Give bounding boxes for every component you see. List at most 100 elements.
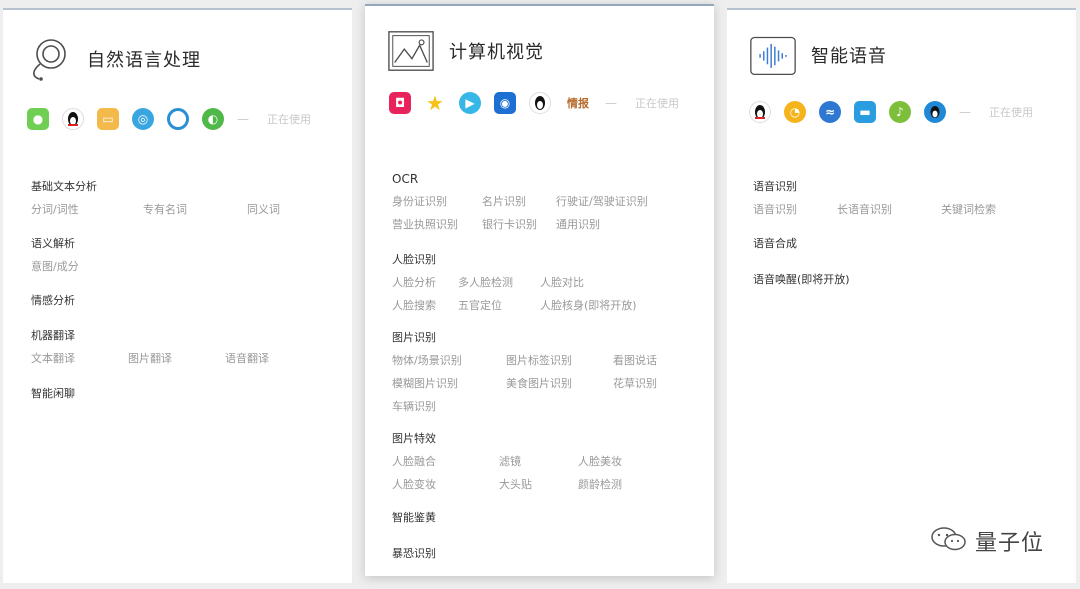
cv-card[interactable]: 计算机视觉 ◘ ★ ▶ ◉ 情报 — 正在使用 OCR 身份证识别 名片识别 行… xyxy=(365,4,714,576)
cv-section-title: 人脸识别 xyxy=(392,253,436,266)
wechat-watermark-icon xyxy=(929,525,969,557)
nlp-section-title: 机器翻译 xyxy=(31,329,75,342)
cv-item[interactable]: 图片标签识别 xyxy=(506,352,613,368)
wechat-icon[interactable]: ● xyxy=(27,108,49,130)
watermark: 量子位 xyxy=(929,525,1044,557)
cv-header: 计算机视觉 xyxy=(387,28,544,74)
cv-status: 正在使用 xyxy=(635,97,679,110)
cv-item[interactable]: 人脸变妆 xyxy=(392,476,499,492)
cv-item-row: 人脸融合 滤镜 人脸美妆 xyxy=(392,453,622,469)
nlp-status: 正在使用 xyxy=(267,113,311,126)
nlp-item[interactable]: 语音翻译 xyxy=(225,350,269,366)
nlp-section-title[interactable]: 智能闲聊 xyxy=(31,385,75,401)
nlp-section-chat: 智能闲聊 xyxy=(31,385,75,408)
nlp-logo-icon xyxy=(25,36,73,82)
nlp-item[interactable]: 图片翻译 xyxy=(128,350,225,366)
penguin-app-icon[interactable] xyxy=(529,92,551,114)
news-app-icon[interactable]: 情报 xyxy=(564,92,592,114)
nlp-header: 自然语言处理 xyxy=(25,36,201,82)
speech-section-synthesis: 语音合成 xyxy=(753,235,797,258)
bird-app-icon[interactable]: ◔ xyxy=(784,101,806,123)
cv-item[interactable]: 通用识别 xyxy=(556,216,600,232)
cv-section-face: 人脸识别 人脸分析 多人脸检测 人脸对比 人脸搜索 五官定位 人脸核身(即将开放… xyxy=(392,251,637,320)
camera-app-icon[interactable]: ◘ xyxy=(389,92,411,114)
cv-item[interactable]: 物体/场景识别 xyxy=(392,352,506,368)
cv-item[interactable]: 车辆识别 xyxy=(392,398,436,414)
cv-item[interactable]: 五官定位 xyxy=(458,297,540,313)
speech-header: 智能语音 xyxy=(749,32,887,78)
nlp-item[interactable]: 意图/成分 xyxy=(31,258,79,274)
qq-blue-app-icon[interactable] xyxy=(924,101,946,123)
cv-item-row: 身份证识别 名片识别 行驶证/驾驶证识别 xyxy=(392,193,648,209)
sphere-app-icon[interactable]: ◐ xyxy=(202,108,224,130)
cv-item[interactable]: 美食图片识别 xyxy=(506,375,613,391)
cv-item[interactable]: 人脸融合 xyxy=(392,453,499,469)
nlp-section-sentiment: 情感分析 xyxy=(31,292,75,315)
weibo-app-icon[interactable]: ◉ xyxy=(494,92,516,114)
cv-item[interactable]: 多人脸检测 xyxy=(458,274,540,290)
cv-item-row: 模糊图片识别 美食图片识别 花草识别 xyxy=(392,375,657,391)
watermark-text: 量子位 xyxy=(974,531,1044,556)
cv-item[interactable]: 滤镜 xyxy=(499,453,578,469)
cv-section-image-effects: 图片特效 人脸融合 滤镜 人脸美妆 人脸变妆 大头贴 颜龄检测 xyxy=(392,430,622,499)
speech-app-dash: — xyxy=(959,105,971,119)
circle-app-icon[interactable] xyxy=(167,108,189,130)
cv-item[interactable]: 人脸分析 xyxy=(392,274,458,290)
cv-item[interactable]: 营业执照识别 xyxy=(392,216,482,232)
nlp-item[interactable]: 专有名词 xyxy=(143,201,247,217)
nlp-item[interactable]: 同义词 xyxy=(247,201,280,217)
cv-app-dash: — xyxy=(605,96,617,110)
nlp-section-title[interactable]: 情感分析 xyxy=(31,292,75,308)
speech-app-list: ◔ ≈ ▬ ♪ — 正在使用 xyxy=(749,101,1033,123)
cv-section-title[interactable]: 智能鉴黄 xyxy=(392,509,436,525)
cv-item-row: 车辆识别 xyxy=(392,398,657,414)
browser-icon[interactable]: ◎ xyxy=(132,108,154,130)
cv-item[interactable]: 人脸美妆 xyxy=(578,453,622,469)
cv-item[interactable]: 人脸核身(即将开放) xyxy=(540,297,637,313)
nlp-item[interactable]: 文本翻译 xyxy=(31,350,128,366)
cv-section-image-recognition: 图片识别 物体/场景识别 图片标签识别 看图说话 模糊图片识别 美食图片识别 花… xyxy=(392,329,657,421)
cv-item[interactable]: 银行卡识别 xyxy=(482,216,556,232)
leaf-app-icon[interactable]: ♪ xyxy=(889,101,911,123)
cv-item[interactable]: 模糊图片识别 xyxy=(392,375,506,391)
star-app-icon[interactable]: ★ xyxy=(424,91,446,115)
speech-item[interactable]: 长语音识别 xyxy=(837,201,941,217)
speech-item[interactable]: 语音识别 xyxy=(753,201,837,217)
cv-item[interactable]: 名片识别 xyxy=(482,193,556,209)
speech-section-title[interactable]: 语音合成 xyxy=(753,235,797,251)
speech-section-title: 语音识别 xyxy=(753,180,797,193)
nlp-item-row: 意图/成分 xyxy=(31,258,79,274)
mail-icon[interactable]: ▭ xyxy=(97,108,119,130)
cv-item[interactable]: 人脸对比 xyxy=(540,274,584,290)
speech-section-title[interactable]: 语音唤醒(即将开放) xyxy=(753,271,850,287)
cv-item[interactable]: 身份证识别 xyxy=(392,193,482,209)
nlp-item[interactable]: 分词/词性 xyxy=(31,201,143,217)
cv-section-title[interactable]: 暴恐识别 xyxy=(392,545,436,561)
cv-section-terror-detect: 暴恐识别 xyxy=(392,545,436,568)
cv-item[interactable]: 看图说话 xyxy=(613,352,657,368)
cv-item[interactable]: 颜龄检测 xyxy=(578,476,622,492)
penguin-app-icon[interactable] xyxy=(749,101,771,123)
cv-app-list: ◘ ★ ▶ ◉ 情报 — 正在使用 xyxy=(389,91,679,115)
nlp-card[interactable]: 自然语言处理 ● ▭ ◎ ◐ — 正在使用 基础文本分析 分词/词性 专有名词 … xyxy=(3,8,352,583)
cv-item[interactable]: 大头贴 xyxy=(499,476,578,492)
speech-status: 正在使用 xyxy=(989,106,1033,119)
speech-item[interactable]: 关键词检索 xyxy=(941,201,996,217)
video-app-icon[interactable]: ▶ xyxy=(459,92,481,114)
cv-item-row: 人脸搜索 五官定位 人脸核身(即将开放) xyxy=(392,297,637,313)
cv-section-title: 图片特效 xyxy=(392,432,436,445)
nlp-section-semantic: 语义解析 意图/成分 xyxy=(31,235,79,281)
cv-item[interactable]: 行驶证/驾驶证识别 xyxy=(556,193,648,209)
cv-item-row: 人脸分析 多人脸检测 人脸对比 xyxy=(392,274,637,290)
blue-app-icon[interactable]: ▬ xyxy=(854,101,876,123)
qq-icon[interactable] xyxy=(62,108,84,130)
cv-item-row: 人脸变妆 大头贴 颜龄检测 xyxy=(392,476,622,492)
cv-item-row: 营业执照识别 银行卡识别 通用识别 xyxy=(392,216,648,232)
cv-section-ocr: OCR 身份证识别 名片识别 行驶证/驾驶证识别 营业执照识别 银行卡识别 通用… xyxy=(392,172,648,239)
waves-app-icon[interactable]: ≈ xyxy=(819,101,841,123)
cv-item-row: 物体/场景识别 图片标签识别 看图说话 xyxy=(392,352,657,368)
speech-card[interactable]: 智能语音 ◔ ≈ ▬ ♪ — 正在使用 语音识别 语音识别 长语音识别 关键词检… xyxy=(727,8,1076,583)
cv-item[interactable]: 花草识别 xyxy=(613,375,657,391)
speech-section-recognition: 语音识别 语音识别 长语音识别 关键词检索 xyxy=(753,178,996,224)
cv-item[interactable]: 人脸搜索 xyxy=(392,297,458,313)
